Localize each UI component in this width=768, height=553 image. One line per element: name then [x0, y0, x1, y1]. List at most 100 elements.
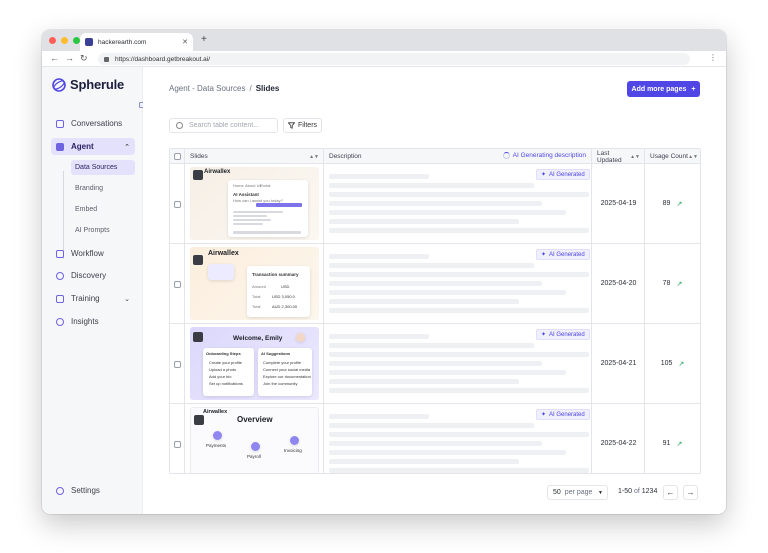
ai-generated-badge: ✦ AI Generated: [536, 169, 590, 180]
robot-icon: [56, 142, 64, 151]
slide-cell: Airwallex Home About Us Portal AI Assist…: [185, 164, 324, 244]
spinner-icon: [502, 152, 510, 159]
thumb-node-label: Invoicing: [284, 448, 302, 453]
table-row[interactable]: Airwallex Overview Payments Payroll Invo…: [170, 404, 700, 473]
usage-value: 78: [662, 280, 671, 287]
thumb-node-icon: [213, 431, 222, 440]
page-range: 1-50 of 1234: [618, 488, 657, 495]
column-header-description[interactable]: Description AI Generating description: [324, 149, 592, 164]
chevron-down-icon[interactable]: ⌄: [124, 295, 130, 303]
slide-thumbnail[interactable]: Welcome, Emily Onboarding Steps Create y…: [190, 327, 319, 400]
sidebar-subitem-label: Branding: [75, 185, 104, 192]
search-box[interactable]: [169, 118, 278, 133]
slide-type-icon: [193, 255, 203, 265]
thumb-brand: Airwallex: [203, 409, 228, 415]
thumb-avatar: [296, 333, 305, 342]
thumb-line-value: AUD 2,300.00: [272, 304, 298, 309]
tab-title: hackerearth.com: [98, 38, 147, 46]
sidebar-subitem-data-sources[interactable]: Data Sources: [71, 160, 135, 175]
maximize-window-button[interactable]: [73, 37, 80, 44]
thumb-list-item: Upload a photo: [209, 367, 237, 372]
browser-tab[interactable]: hackerearth.com ✕: [80, 33, 193, 51]
breadcrumb-parent[interactable]: Agent - Data Sources: [169, 84, 245, 93]
reload-icon[interactable]: ↻: [80, 53, 88, 64]
arrow-left-icon: ←: [666, 488, 675, 497]
thumb-card-heading: AI Suggestions: [261, 351, 291, 356]
thumb-nav: Portal: [260, 183, 271, 188]
chevron-up-icon[interactable]: ⌃: [124, 143, 130, 151]
per-page-select[interactable]: 50 per page ▼: [547, 485, 608, 500]
sidebar-subitem-ai-prompts[interactable]: AI Prompts: [71, 223, 135, 238]
slide-thumbnail[interactable]: Airwallex Transaction summary Amount USD…: [190, 247, 319, 320]
column-header-slides[interactable]: Slides ▲▼: [185, 149, 324, 164]
last-updated-cell: 2025-04-22: [592, 404, 645, 473]
table-row[interactable]: Welcome, Emily Onboarding Steps Create y…: [170, 324, 700, 404]
previous-page-button[interactable]: ←: [663, 485, 678, 500]
sort-icon[interactable]: ▲▼: [630, 154, 640, 160]
usage-count: 91 ↗: [645, 440, 700, 448]
browser-window: hackerearth.com ✕ + ← → ↻ https://dashbo…: [42, 30, 726, 514]
filters-label: Filters: [297, 122, 318, 129]
slide-thumbnail[interactable]: Airwallex Overview Payments Payroll Invo…: [190, 407, 319, 473]
back-icon[interactable]: ←: [50, 53, 59, 63]
sidebar-item-settings[interactable]: Settings: [51, 486, 100, 495]
close-window-button[interactable]: [49, 37, 56, 44]
minimize-window-button[interactable]: [61, 37, 68, 44]
sidebar-item-training[interactable]: Training ⌄: [51, 290, 135, 307]
sidebar-item-agent[interactable]: Agent ⌃: [51, 138, 135, 155]
table-row[interactable]: Airwallex Home About Us Portal AI Assist…: [170, 164, 700, 244]
sidebar-subitem-branding[interactable]: Branding: [71, 181, 135, 196]
description-cell: ✦ AI Generated: [324, 244, 592, 324]
search-icon: [176, 122, 183, 129]
thumb-list-item: Complete your profile: [263, 360, 302, 365]
new-tab-icon[interactable]: +: [201, 34, 207, 45]
usage-value: 105: [660, 360, 673, 367]
next-page-button[interactable]: →: [683, 485, 698, 500]
ai-generating-label: AI Generating description: [512, 152, 586, 159]
ai-badge-label: AI Generated: [549, 331, 585, 338]
trend-up-icon: ↗: [678, 361, 685, 368]
sparkle-icon: ✦: [541, 332, 547, 338]
filters-button[interactable]: Filters: [283, 118, 322, 133]
sidebar-item-label: Agent: [71, 142, 94, 151]
sidebar-item-label: Workflow: [71, 249, 104, 258]
add-more-pages-button[interactable]: Add more pages +: [627, 81, 700, 97]
sort-icon[interactable]: ▲▼: [688, 154, 698, 160]
row-checkbox[interactable]: [174, 361, 181, 368]
sidebar-subitem-embed[interactable]: Embed: [71, 202, 135, 217]
table-row[interactable]: Airwallex Transaction summary Amount USD…: [170, 244, 700, 324]
row-checkbox[interactable]: [174, 201, 181, 208]
forward-icon[interactable]: →: [65, 53, 74, 63]
browser-tab-bar: hackerearth.com ✕ +: [42, 30, 726, 51]
column-header-usage-count[interactable]: Usage Count ▲▼: [645, 149, 700, 164]
sidebar-item-label: Training: [71, 294, 100, 303]
sidebar-item-workflow[interactable]: Workflow: [51, 245, 135, 262]
row-checkbox[interactable]: [174, 441, 181, 448]
thumb-title: Transaction summary: [252, 272, 299, 277]
sparkle-icon: ✦: [541, 252, 547, 258]
slide-type-icon: [193, 332, 203, 342]
trend-up-icon: ↗: [676, 281, 683, 288]
row-checkbox[interactable]: [174, 281, 181, 288]
logo[interactable]: Spherule: [52, 77, 124, 92]
description-cell: ✦ AI Generated: [324, 324, 592, 404]
arrow-right-icon: →: [686, 488, 695, 497]
usage-count: 105 ↗: [645, 360, 700, 368]
thumb-card-right: AI Suggestions Complete your profile Con…: [258, 348, 312, 396]
sort-icon[interactable]: ▲▼: [309, 154, 319, 160]
usage-count: 78 ↗: [645, 280, 700, 288]
favicon-icon: [85, 38, 93, 46]
app: Spherule Conversations Agent ⌃ Data Sour…: [42, 67, 726, 514]
slide-thumbnail[interactable]: Airwallex Home About Us Portal AI Assist…: [190, 167, 319, 240]
slide-cell: Airwallex Overview Payments Payroll Invo…: [185, 404, 324, 473]
column-header-last-updated[interactable]: Last Updated ▲▼: [592, 149, 645, 164]
sidebar-item-conversations[interactable]: Conversations: [51, 115, 135, 132]
url-field[interactable]: https://dashboard.getbreakout.ai/: [98, 53, 690, 65]
tab-close-icon[interactable]: ✕: [182, 38, 188, 46]
search-input[interactable]: [189, 122, 271, 129]
sidebar-item-insights[interactable]: Insights: [51, 313, 135, 330]
select-all-checkbox[interactable]: [174, 153, 181, 160]
browser-menu-icon[interactable]: ⋮: [709, 53, 717, 62]
per-page-value: 50: [553, 489, 561, 496]
sidebar-item-discovery[interactable]: Discovery: [51, 267, 135, 284]
